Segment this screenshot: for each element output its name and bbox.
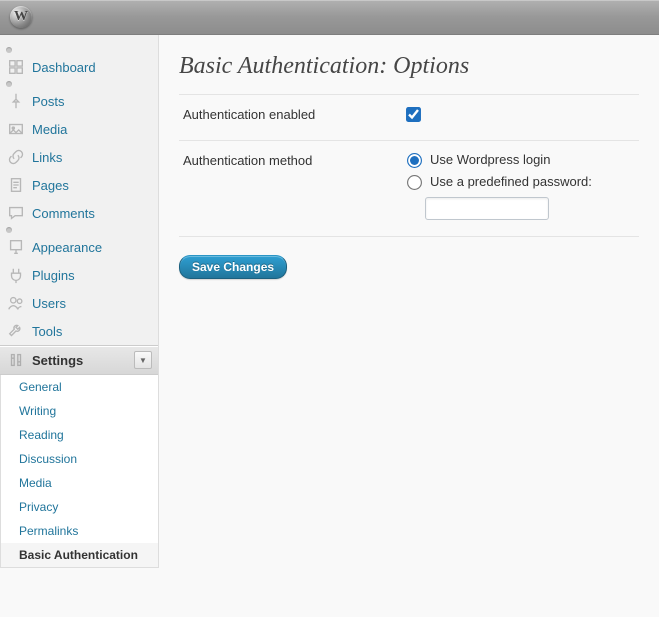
media-icon (6, 119, 26, 139)
submenu-item-privacy[interactable]: Privacy (1, 495, 158, 519)
sidebar-item-media[interactable]: Media (0, 115, 158, 143)
admin-sidebar: Dashboard Posts Media Links Pages Comments App… (0, 35, 159, 568)
sidebar-item-plugins[interactable]: Plugins (0, 261, 158, 289)
predefined-password-input[interactable] (425, 197, 549, 220)
row-label-enabled: Authentication enabled (179, 95, 393, 141)
submenu-item-reading[interactable]: Reading (1, 423, 158, 447)
save-button[interactable]: Save Changes (179, 255, 287, 279)
sidebar-item-label: Media (32, 122, 152, 137)
comment-icon (6, 203, 26, 223)
sidebar-item-label: Users (32, 296, 152, 311)
sidebar-item-label: Tools (32, 324, 152, 339)
auth-enabled-checkbox[interactable] (406, 107, 421, 122)
sidebar-item-label: Plugins (32, 268, 152, 283)
method-label-wplogin: Use Wordpress login (430, 152, 550, 167)
submenu-item-discussion[interactable]: Discussion (1, 447, 158, 471)
appearance-icon (6, 237, 26, 257)
sidebar-item-label: Comments (32, 206, 152, 221)
sidebar-item-pages[interactable]: Pages (0, 171, 158, 199)
sidebar-item-label: Dashboard (32, 60, 152, 75)
sidebar-item-links[interactable]: Links (0, 143, 158, 171)
tools-icon (6, 321, 26, 341)
main-content: Basic Authentication: Options Authentica… (159, 35, 659, 279)
submenu-item-basic-auth[interactable]: Basic Authentication (1, 543, 158, 567)
sidebar-item-settings[interactable]: Settings ▼ (0, 345, 158, 375)
sidebar-item-label: Settings (32, 353, 130, 368)
submenu-item-writing[interactable]: Writing (1, 399, 158, 423)
sidebar-item-label: Posts (32, 94, 152, 109)
page-title: Basic Authentication: Options (179, 53, 639, 80)
pin-icon (6, 91, 26, 111)
chevron-down-icon[interactable]: ▼ (134, 351, 152, 369)
submenu-item-permalinks[interactable]: Permalinks (1, 519, 158, 543)
method-radio-predefined[interactable] (407, 175, 422, 190)
options-table: Authentication enabled Authentication me… (179, 94, 639, 237)
link-icon (6, 147, 26, 167)
sidebar-item-users[interactable]: Users (0, 289, 158, 317)
submenu-item-general[interactable]: General (1, 375, 158, 399)
users-icon (6, 293, 26, 313)
admin-header: W (0, 0, 659, 35)
row-label-method: Authentication method (179, 141, 393, 237)
settings-submenu: GeneralWritingReadingDiscussionMediaPriv… (0, 375, 158, 568)
plugin-icon (6, 265, 26, 285)
sidebar-item-label: Links (32, 150, 152, 165)
method-radio-wplogin[interactable] (407, 153, 422, 168)
sidebar-item-tools[interactable]: Tools (0, 317, 158, 345)
method-label-predefined: Use a predefined password: (430, 174, 592, 189)
sidebar-item-appearance[interactable]: Appearance (0, 233, 158, 261)
settings-icon (6, 350, 26, 370)
sidebar-item-posts[interactable]: Posts (0, 87, 158, 115)
submenu-item-media-s[interactable]: Media (1, 471, 158, 495)
page-icon (6, 175, 26, 195)
wordpress-logo-icon: W (10, 6, 32, 28)
sidebar-item-dashboard[interactable]: Dashboard (0, 53, 158, 81)
dashboard-icon (6, 57, 26, 77)
sidebar-item-label: Appearance (32, 240, 152, 255)
sidebar-item-comments[interactable]: Comments (0, 199, 158, 227)
sidebar-item-label: Pages (32, 178, 152, 193)
